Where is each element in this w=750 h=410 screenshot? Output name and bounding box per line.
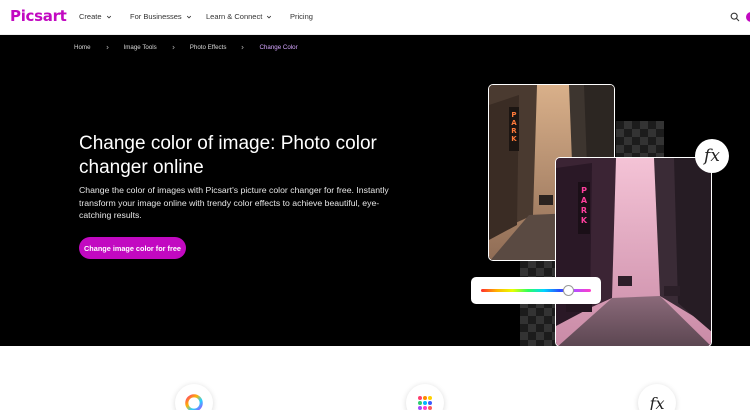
picsart-logo[interactable]: Picsart xyxy=(10,7,67,25)
nav-learn-connect-label: Learn & Connect xyxy=(206,12,263,21)
change-image-color-button[interactable]: Change image color for free xyxy=(79,237,186,259)
hue-slider-thumb[interactable] xyxy=(563,285,574,296)
street-scene-pink-image: P A R K xyxy=(556,158,711,346)
svg-text:A: A xyxy=(581,196,588,205)
chevron-down-icon xyxy=(106,15,111,18)
color-wheel-icon xyxy=(185,394,203,410)
top-navigation: Picsart Create For Businesses Learn & Co… xyxy=(0,0,750,35)
nav-create[interactable]: Create xyxy=(79,12,112,21)
chevron-right-icon xyxy=(241,45,245,50)
avatar[interactable] xyxy=(746,12,750,22)
nav-pricing[interactable]: Pricing xyxy=(290,12,313,21)
svg-text:P: P xyxy=(581,186,587,195)
svg-text:R: R xyxy=(511,127,517,135)
chevron-down-icon xyxy=(186,15,191,18)
palette-dots-icon xyxy=(418,396,432,410)
breadcrumb: Home Image Tools Photo Effects Change Co… xyxy=(74,44,298,51)
feature-color-wheel xyxy=(175,384,213,410)
nav-for-businesses-label: For Businesses xyxy=(130,12,182,21)
nav-pricing-label: Pricing xyxy=(290,12,313,21)
feature-palette xyxy=(406,384,444,410)
nav-for-businesses[interactable]: For Businesses xyxy=(130,12,192,21)
svg-text:K: K xyxy=(511,135,517,143)
fx-effects-icon: fx xyxy=(695,139,729,173)
breadcrumb-change-color: Change Color xyxy=(259,44,298,51)
svg-text:P: P xyxy=(511,111,516,119)
breadcrumb-photo-effects[interactable]: Photo Effects xyxy=(190,44,227,51)
fx-icon: fx xyxy=(638,384,676,410)
chevron-right-icon xyxy=(106,45,109,50)
nav-learn-connect[interactable]: Learn & Connect xyxy=(206,12,272,21)
recolored-street-photo: P A R K xyxy=(555,157,712,346)
color-hue-slider[interactable] xyxy=(471,277,601,304)
page-title: Change color of image: Photo color chang… xyxy=(79,133,377,178)
transparency-pattern xyxy=(616,121,664,157)
svg-text:K: K xyxy=(581,216,588,225)
svg-text:R: R xyxy=(581,206,587,215)
chevron-down-icon xyxy=(267,15,272,18)
breadcrumb-image-tools[interactable]: Image Tools xyxy=(124,44,157,51)
svg-text:A: A xyxy=(511,119,517,127)
hue-slider-track[interactable] xyxy=(481,289,591,292)
nav-create-label: Create xyxy=(79,12,102,21)
breadcrumb-home[interactable]: Home xyxy=(74,44,91,51)
hero-section: Home Image Tools Photo Effects Change Co… xyxy=(0,35,750,346)
chevron-right-icon xyxy=(172,45,175,50)
search-icon[interactable] xyxy=(730,12,740,22)
hero-description: Change the color of images with Picsart'… xyxy=(79,185,389,221)
